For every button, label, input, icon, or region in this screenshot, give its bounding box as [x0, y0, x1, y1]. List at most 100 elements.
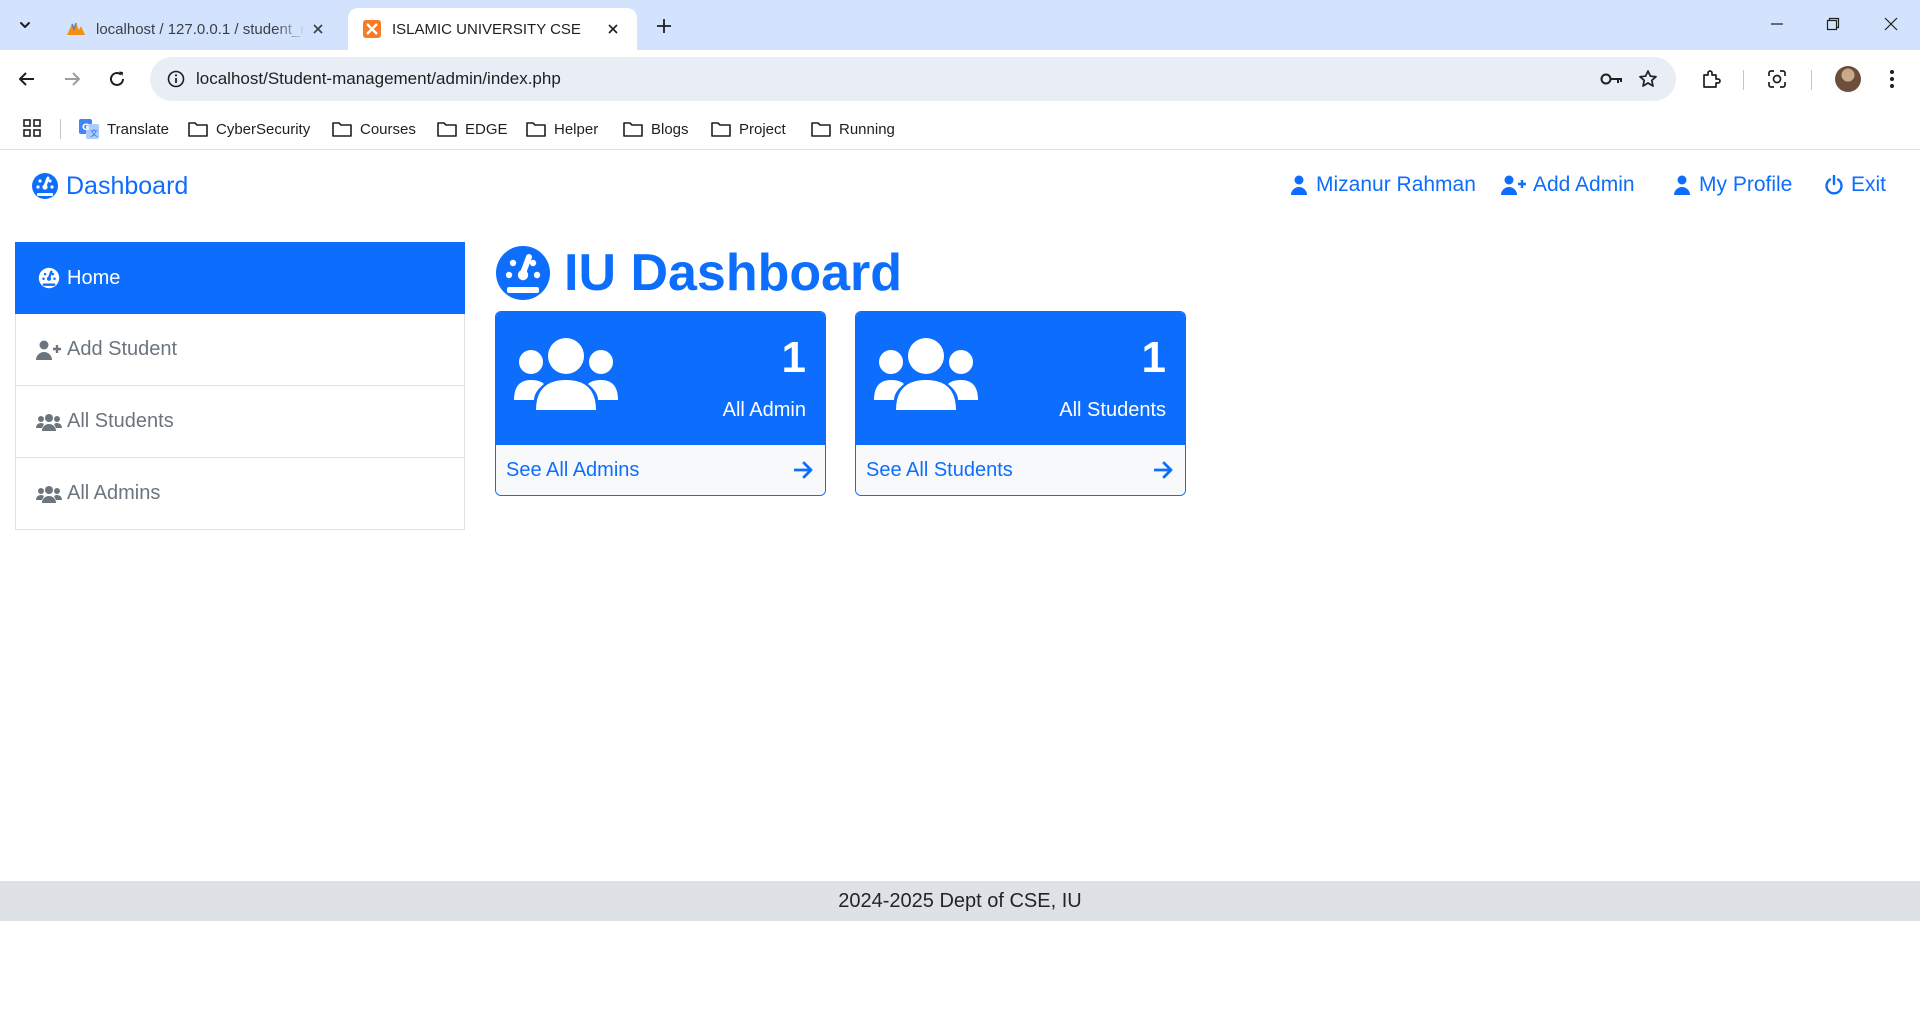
folder-icon [187, 118, 209, 140]
bookmarks-bar: G文 Translate CyberSecurity Courses EDGE … [0, 108, 1920, 150]
stat-count: 1 [1141, 333, 1166, 382]
bookmark-folder-courses[interactable]: Courses [331, 114, 416, 144]
nav-add-admin[interactable]: Add Admin [1500, 173, 1635, 197]
stat-card-header: 1 All Admin [496, 312, 825, 445]
profile-avatar[interactable] [1835, 66, 1861, 92]
bookmark-folder-blogs[interactable]: Blogs [622, 114, 689, 144]
close-icon [1884, 17, 1898, 31]
translate-icon: G文 [78, 118, 100, 140]
arrow-left-icon [19, 72, 34, 86]
svg-text:文: 文 [90, 128, 98, 138]
close-window-button[interactable] [1868, 8, 1914, 40]
page-title-text: IU Dashboard [564, 244, 903, 302]
sidebar-item-home[interactable]: Home [15, 242, 465, 314]
folder-icon [810, 118, 832, 140]
users-icon [36, 410, 62, 434]
folder-icon [436, 118, 458, 140]
folder-icon [622, 118, 644, 140]
nav-exit[interactable]: Exit [1822, 173, 1886, 197]
user-icon [1287, 173, 1311, 197]
user-plus-icon [1500, 173, 1528, 197]
svg-text:G: G [82, 123, 89, 133]
sidebar-item-all-admins[interactable]: All Admins [15, 458, 465, 530]
address-bar[interactable]: localhost/Student-management/admin/index… [150, 57, 1676, 101]
bookmark-folder-edge[interactable]: EDGE [436, 114, 508, 144]
sidebar-item-label: Add Student [67, 338, 178, 360]
navbar-brand[interactable]: Dashboard [30, 171, 188, 201]
browser-tab-iu-cse[interactable]: ISLAMIC UNIVERSITY CSE [348, 8, 637, 50]
bookmark-label: Translate [107, 120, 169, 138]
phpmyadmin-icon [66, 19, 86, 39]
stat-card-admins: 1 All Admin See All Admins [495, 311, 826, 496]
see-all-admins-link[interactable]: See All Admins [496, 445, 825, 495]
see-all-students-link[interactable]: See All Students [856, 445, 1185, 495]
new-tab-button[interactable] [650, 12, 678, 40]
footer-text: 2024-2025 Dept of CSE, IU [838, 889, 1082, 912]
extensions-button[interactable] [1693, 61, 1729, 97]
gauge-icon [36, 266, 62, 290]
arrow-right-icon [1153, 459, 1175, 481]
apps-grid-icon[interactable] [20, 116, 44, 140]
nav-link-label: Add Admin [1533, 173, 1635, 196]
stat-label: All Admin [722, 399, 806, 421]
browser-toolbar: localhost/Student-management/admin/index… [0, 50, 1920, 108]
card-link-label: See All Students [866, 458, 1013, 481]
sidebar-item-all-students[interactable]: All Students [15, 386, 465, 458]
tab-search-button[interactable] [10, 10, 40, 40]
bookmarks-separator [60, 119, 61, 139]
site-info-icon[interactable] [156, 57, 196, 101]
users-icon [36, 482, 62, 506]
browser-tab-phpmyadmin[interactable]: localhost / 127.0.0.1 / student_m [52, 8, 342, 50]
bookmark-label: Courses [360, 120, 416, 138]
nav-link-label: Mizanur Rahman [1316, 173, 1476, 196]
sidebar-item-label: Home [67, 266, 121, 289]
sidebar-item-add-student[interactable]: Add Student [15, 314, 465, 386]
bookmark-folder-cybersecurity[interactable]: CyberSecurity [187, 114, 310, 144]
folder-icon [710, 118, 732, 140]
puzzle-icon [1703, 70, 1721, 88]
user-plus-icon [36, 338, 62, 362]
tab-title: localhost / 127.0.0.1 / student_m [96, 20, 306, 38]
chevron-down-icon [20, 22, 30, 28]
close-icon[interactable] [306, 17, 330, 41]
arrow-right-icon [65, 72, 80, 86]
restore-button[interactable] [1810, 8, 1856, 40]
sidebar-item-label: All Admins [67, 482, 161, 504]
url-text[interactable]: localhost/Student-management/admin/index… [196, 69, 1594, 89]
bookmark-label: Project [739, 120, 786, 138]
bookmark-label: EDGE [465, 120, 508, 138]
minimize-button[interactable] [1754, 8, 1800, 40]
top-navbar: Dashboard Mizanur Rahman Add Admin My Pr… [0, 150, 1920, 224]
bookmark-folder-running[interactable]: Running [810, 114, 895, 144]
arrow-right-icon [793, 459, 815, 481]
forward-button[interactable] [56, 63, 88, 95]
reload-button[interactable] [101, 63, 133, 95]
nav-link-label: My Profile [1699, 173, 1793, 196]
nav-user-name[interactable]: Mizanur Rahman [1287, 173, 1476, 197]
nav-my-profile[interactable]: My Profile [1670, 173, 1792, 197]
plus-icon [657, 19, 671, 33]
password-key-icon[interactable] [1594, 61, 1630, 97]
stat-count: 1 [781, 333, 806, 382]
lens-icon [1768, 70, 1786, 88]
chrome-menu-button[interactable] [1874, 61, 1910, 97]
bookmark-folder-helper[interactable]: Helper [525, 114, 598, 144]
toolbar-separator [1743, 70, 1744, 90]
close-icon[interactable] [601, 17, 625, 41]
xampp-icon [362, 19, 382, 39]
bookmark-folder-project[interactable]: Project [710, 114, 786, 144]
folder-icon [525, 118, 547, 140]
minimize-icon [1771, 23, 1783, 25]
restore-icon [1826, 17, 1840, 31]
stat-card-header: 1 All Students [856, 312, 1185, 445]
tab-title: ISLAMIC UNIVERSITY CSE [392, 20, 581, 38]
back-button[interactable] [11, 63, 43, 95]
page-title: IU Dashboard [494, 242, 902, 304]
bookmark-translate[interactable]: G文 Translate [78, 114, 169, 144]
gauge-icon [494, 244, 552, 302]
bookmark-star-icon[interactable] [1630, 61, 1666, 97]
users-icon [514, 338, 618, 410]
google-lens-button[interactable] [1759, 61, 1795, 97]
nav-link-label: Exit [1851, 173, 1887, 196]
user-icon [1670, 173, 1694, 197]
